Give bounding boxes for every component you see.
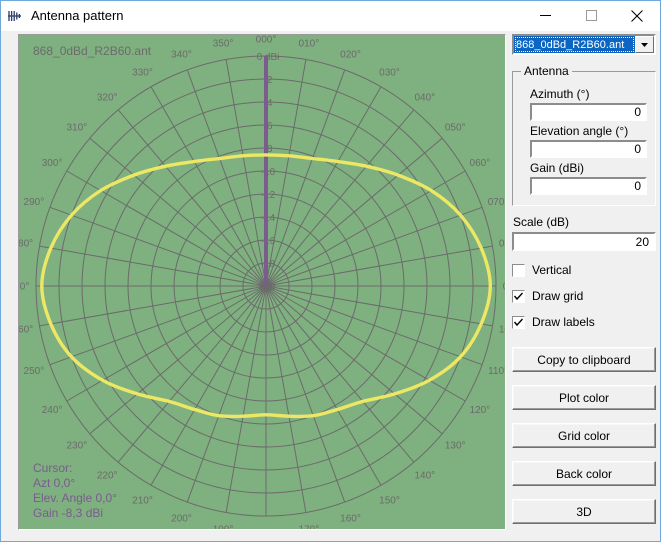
- azimuth-tick-label: 060°: [470, 158, 491, 169]
- azimuth-tick-label: 240°: [42, 405, 63, 416]
- plot-file-title: 868_0dBd_R2B60.ant: [33, 44, 152, 58]
- pattern-file-select-value: 868_0dBd_R2B60.ant: [514, 36, 635, 53]
- azimuth-tick-label: 030°: [379, 68, 400, 79]
- azimuth-tick-label: 340°: [171, 49, 192, 60]
- azimuth-tick-label: 160°: [340, 514, 361, 525]
- azimuth-tick-label: 300°: [42, 158, 63, 169]
- azimuth-tick-label: 290°: [24, 197, 45, 208]
- cursor-heading: Cursor:: [33, 461, 73, 475]
- draw-grid-checkbox-box[interactable]: [512, 289, 525, 303]
- back-color-button[interactable]: Back color: [512, 461, 656, 486]
- checkbox-draw-grid[interactable]: Draw grid: [512, 289, 656, 303]
- cursor-gain: Gain -8,3 dBi: [33, 506, 104, 520]
- gain-label: Gain (dBi): [530, 161, 585, 175]
- cursor-elevation: Elev. Angle 0,0°: [33, 491, 117, 505]
- scale-input[interactable]: 20: [512, 232, 656, 251]
- draw-grid-checkbox-label: Draw grid: [532, 289, 584, 303]
- grid-color-button[interactable]: Grid color: [512, 423, 656, 448]
- minimize-button[interactable]: [522, 1, 568, 30]
- azimuth-tick-label: 330°: [132, 68, 153, 79]
- azimuth-tick-label: 070°: [488, 197, 505, 208]
- checkmark-icon: [514, 292, 523, 300]
- antenna-pattern-window: Antenna pattern 000° 010° 020° 030° 040°…: [0, 0, 661, 542]
- radial-tick-label: -14: [261, 213, 276, 224]
- pattern-file-select[interactable]: 868_0dBd_R2B60.ant: [512, 34, 656, 55]
- chevron-down-icon[interactable]: [635, 36, 654, 53]
- azimuth-tick-label: 190°: [213, 525, 234, 529]
- azimuth-tick-label: 090°: [503, 282, 505, 293]
- vertical-checkbox-label: Vertical: [532, 263, 572, 277]
- checkbox-vertical[interactable]: Vertical: [512, 263, 656, 277]
- azimuth-tick-label: 100°: [499, 324, 505, 335]
- copy-to-clipboard-button[interactable]: Copy to clipboard: [512, 347, 656, 372]
- elevation-angle-input[interactable]: 0: [530, 140, 647, 158]
- window-title: Antenna pattern: [31, 8, 124, 23]
- plot-color-button[interactable]: Plot color: [512, 385, 656, 410]
- title-bar: Antenna pattern: [1, 1, 660, 31]
- checkmark-icon: [514, 318, 523, 326]
- azimuth-input[interactable]: 0: [530, 103, 647, 121]
- antenna-icon: [7, 8, 23, 24]
- azimuth-tick-label: 350°: [213, 38, 234, 49]
- control-panel: 868_0dBd_R2B60.ant Antenna Azimuth (°) 0…: [512, 34, 656, 524]
- radial-tick-label: -10: [261, 167, 276, 178]
- azimuth-tick-label: 000°: [256, 35, 277, 46]
- draw-labels-checkbox-label: Draw labels: [532, 315, 595, 329]
- azimuth-tick-label: 020°: [340, 49, 361, 60]
- azimuth-tick-label: 140°: [414, 471, 435, 482]
- azimuth-tick-label: 210°: [132, 495, 153, 506]
- azimuth-label: Azimuth (°): [530, 87, 590, 101]
- azimuth-tick-label: 050°: [445, 123, 466, 134]
- azimuth-tick-label: 310°: [66, 123, 87, 134]
- radial-tick-label: -16: [261, 236, 276, 247]
- azimuth-tick-label: 040°: [414, 92, 435, 103]
- radial-tick-label: -18: [261, 259, 276, 270]
- radial-tick-label: -12: [261, 190, 276, 201]
- antenna-plot-panel[interactable]: 000° 010° 020° 030° 040° 050° 060° 070° 080° 090°…: [18, 34, 506, 530]
- scale-label: Scale (dB): [513, 215, 570, 229]
- azimuth-tick-label: 110°: [488, 366, 505, 377]
- window-controls: [522, 1, 660, 30]
- antenna-group: Antenna Azimuth (°) 0 Elevation angle (°…: [512, 64, 656, 206]
- azimuth-tick-label: 260°: [19, 324, 33, 335]
- azimuth-tick-label: 200°: [171, 514, 192, 525]
- azimuth-tick-label: 130°: [445, 440, 466, 451]
- vertical-checkbox-box[interactable]: [512, 263, 525, 277]
- azimuth-tick-label: 270°: [19, 282, 29, 293]
- draw-labels-checkbox-box[interactable]: [512, 315, 525, 329]
- checkbox-draw-labels[interactable]: Draw labels: [512, 315, 656, 329]
- cursor-readout: Cursor: Azt 0,0° Elev. Angle 0,0° Gain -…: [33, 461, 117, 521]
- azimuth-tick-label: 180°: [256, 529, 277, 530]
- gain-input[interactable]: 0: [530, 177, 647, 195]
- azimuth-tick-label: 320°: [97, 92, 118, 103]
- elevation-angle-label: Elevation angle (°): [530, 124, 629, 138]
- radial-tick-label: -20: [261, 282, 276, 293]
- window-content: 000° 010° 020° 030° 040° 050° 060° 070° 080° 090°…: [1, 31, 660, 541]
- antenna-group-legend: Antenna: [524, 64, 569, 78]
- azimuth-tick-label: 010°: [299, 38, 320, 49]
- cursor-azimuth: Azt 0,0°: [33, 476, 76, 490]
- three-d-button[interactable]: 3D: [512, 499, 656, 524]
- close-button[interactable]: [614, 1, 660, 30]
- azimuth-tick-label: 150°: [379, 495, 400, 506]
- azimuth-tick-label: 230°: [66, 440, 87, 451]
- maximize-button[interactable]: [568, 1, 614, 30]
- azimuth-tick-label: 080°: [499, 239, 505, 250]
- azimuth-tick-label: 120°: [470, 405, 491, 416]
- azimuth-tick-label: 170°: [299, 525, 320, 529]
- azimuth-tick-label: 280°: [19, 239, 33, 250]
- azimuth-tick-label: 250°: [24, 366, 45, 377]
- polar-plot: 000° 010° 020° 030° 040° 050° 060° 070° 080° 090°…: [19, 35, 505, 529]
